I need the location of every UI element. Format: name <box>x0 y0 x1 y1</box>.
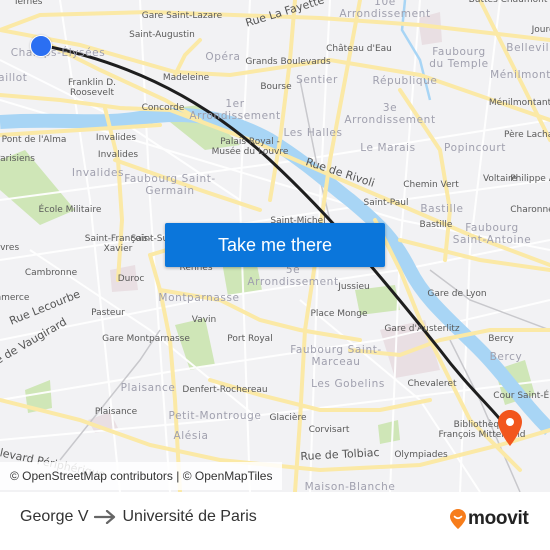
attribution-text[interactable]: © OpenStreetMap contributors | © OpenMap… <box>10 469 272 483</box>
district-label: Plaisance <box>120 382 176 394</box>
destination-pin-icon[interactable] <box>498 410 522 446</box>
origin-marker[interactable] <box>30 35 52 57</box>
moovit-wordmark: moovit <box>468 508 529 529</box>
district-label: Maillot <box>0 72 28 84</box>
district-label: Les Halles <box>283 127 343 139</box>
place-label: Saint-Augustin <box>129 30 195 40</box>
district-label: Champs-Élysées <box>10 47 106 59</box>
district-label: 3e Arrondissement <box>344 102 436 126</box>
place-label: Bercy <box>488 334 514 344</box>
place-label: Charonne <box>510 205 550 215</box>
place-label: Cambronne <box>24 268 78 278</box>
place-label: École Militaire <box>38 205 102 215</box>
place-label: Sèvres <box>0 243 20 253</box>
map[interactable]: Ternes Gare Saint-Lazare Saint-Augustin Cha… <box>0 0 550 492</box>
moovit-pin-icon <box>450 509 466 529</box>
place-label: Invalides <box>95 133 137 143</box>
place-label: Ternes <box>13 0 43 7</box>
place-label: Chemin Vert <box>403 180 459 190</box>
place-label: Château d'Eau <box>326 44 392 54</box>
place-label: Philippe Auguste <box>510 174 550 184</box>
place-label: Bourse <box>260 82 292 92</box>
place-label: Pasteur <box>91 308 125 318</box>
district-label: Faubourg Saint- Marceau <box>290 344 382 368</box>
place-label: Invalides <box>97 150 139 160</box>
park-olympiades <box>378 420 400 444</box>
place-label: Concorde <box>141 103 185 113</box>
place-label: Madeleine <box>162 73 210 83</box>
district-label: Maison-Blanche <box>304 481 396 492</box>
park-montparnasse <box>175 318 215 370</box>
place-label: Plaisance <box>94 407 138 417</box>
district-label: Belleville <box>506 42 550 54</box>
place-label: Pont de l'Alma <box>1 135 67 145</box>
place-label: Parisiens <box>0 154 35 164</box>
district-label: 5e Arrondissement <box>247 264 339 288</box>
district-label: Montparnasse <box>158 292 240 304</box>
place-label: Palais Royal - Musée du Louvre <box>211 137 289 157</box>
place-label: Ménilmontant <box>488 98 550 108</box>
place-label: Buttes Chaumont <box>468 0 548 5</box>
place-label: Jussieu <box>338 282 370 292</box>
place-label: Jourdain <box>531 25 550 35</box>
district-label: 1er Arrondissement <box>189 98 281 122</box>
place-label: Saint-Paul <box>363 198 409 208</box>
take-me-there-button[interactable]: Take me there <box>165 223 385 267</box>
place-label: Gare d'Austerlitz <box>384 324 460 334</box>
destination-name: Université de Paris <box>122 508 257 525</box>
district-label: Alésia <box>173 430 209 442</box>
district-label: Invalides <box>71 167 125 179</box>
district-label: Bastille <box>420 203 464 215</box>
place-label: Place Monge <box>310 309 368 319</box>
place-label: Gare de Lyon <box>427 289 487 299</box>
place-label: Glacière <box>269 413 307 423</box>
place-label: Chevaleret <box>407 379 457 389</box>
district-label: Bercy <box>489 351 523 363</box>
district-label: République <box>372 75 438 87</box>
place-label: Cour Saint-Émilion <box>493 391 550 401</box>
district-label: Faubourg Saint-Antoine <box>452 222 532 246</box>
place-label: Olympiades <box>394 450 448 460</box>
place-label: Duroc <box>117 274 145 284</box>
district-label: Le Marais <box>360 142 416 154</box>
place-label: Gare Montparnasse <box>102 334 190 344</box>
moovit-logo[interactable]: moovit <box>450 508 529 530</box>
place-label: Commerce <box>0 293 30 303</box>
district-label: Petit-Montrouge <box>168 410 262 422</box>
district-label: Ménilmontant <box>490 69 550 81</box>
district-label: Sentier <box>296 74 338 86</box>
map-attribution[interactable]: © OpenStreetMap contributors | © OpenMap… <box>0 462 283 490</box>
place-label: Gare Saint-Lazare <box>141 11 223 21</box>
place-label: Port Royal <box>227 334 273 344</box>
arrow-right-icon <box>94 510 116 524</box>
district-label: Faubourg du Temple <box>429 46 489 70</box>
origin-name: George V <box>20 508 89 525</box>
district-label: Faubourg Saint- Germain <box>124 173 216 197</box>
district-label: 10e Arrondissement <box>339 0 431 20</box>
district-label: Popincourt <box>444 142 506 154</box>
route-summary: George V Université de Paris <box>20 508 257 526</box>
place-label: Denfert-Rochereau <box>182 385 268 395</box>
district-label: Opéra <box>205 51 241 63</box>
place-label: Corvisart <box>308 425 350 435</box>
place-label: Grands Boulevards <box>245 57 331 67</box>
place-label: Franklin D. Roosevelt <box>67 78 117 98</box>
district-label: Les Gobelins <box>311 378 385 390</box>
place-label: Vavin <box>191 315 217 325</box>
place-label: Père Lachaise <box>504 130 550 140</box>
place-label: Bastille <box>419 220 453 230</box>
